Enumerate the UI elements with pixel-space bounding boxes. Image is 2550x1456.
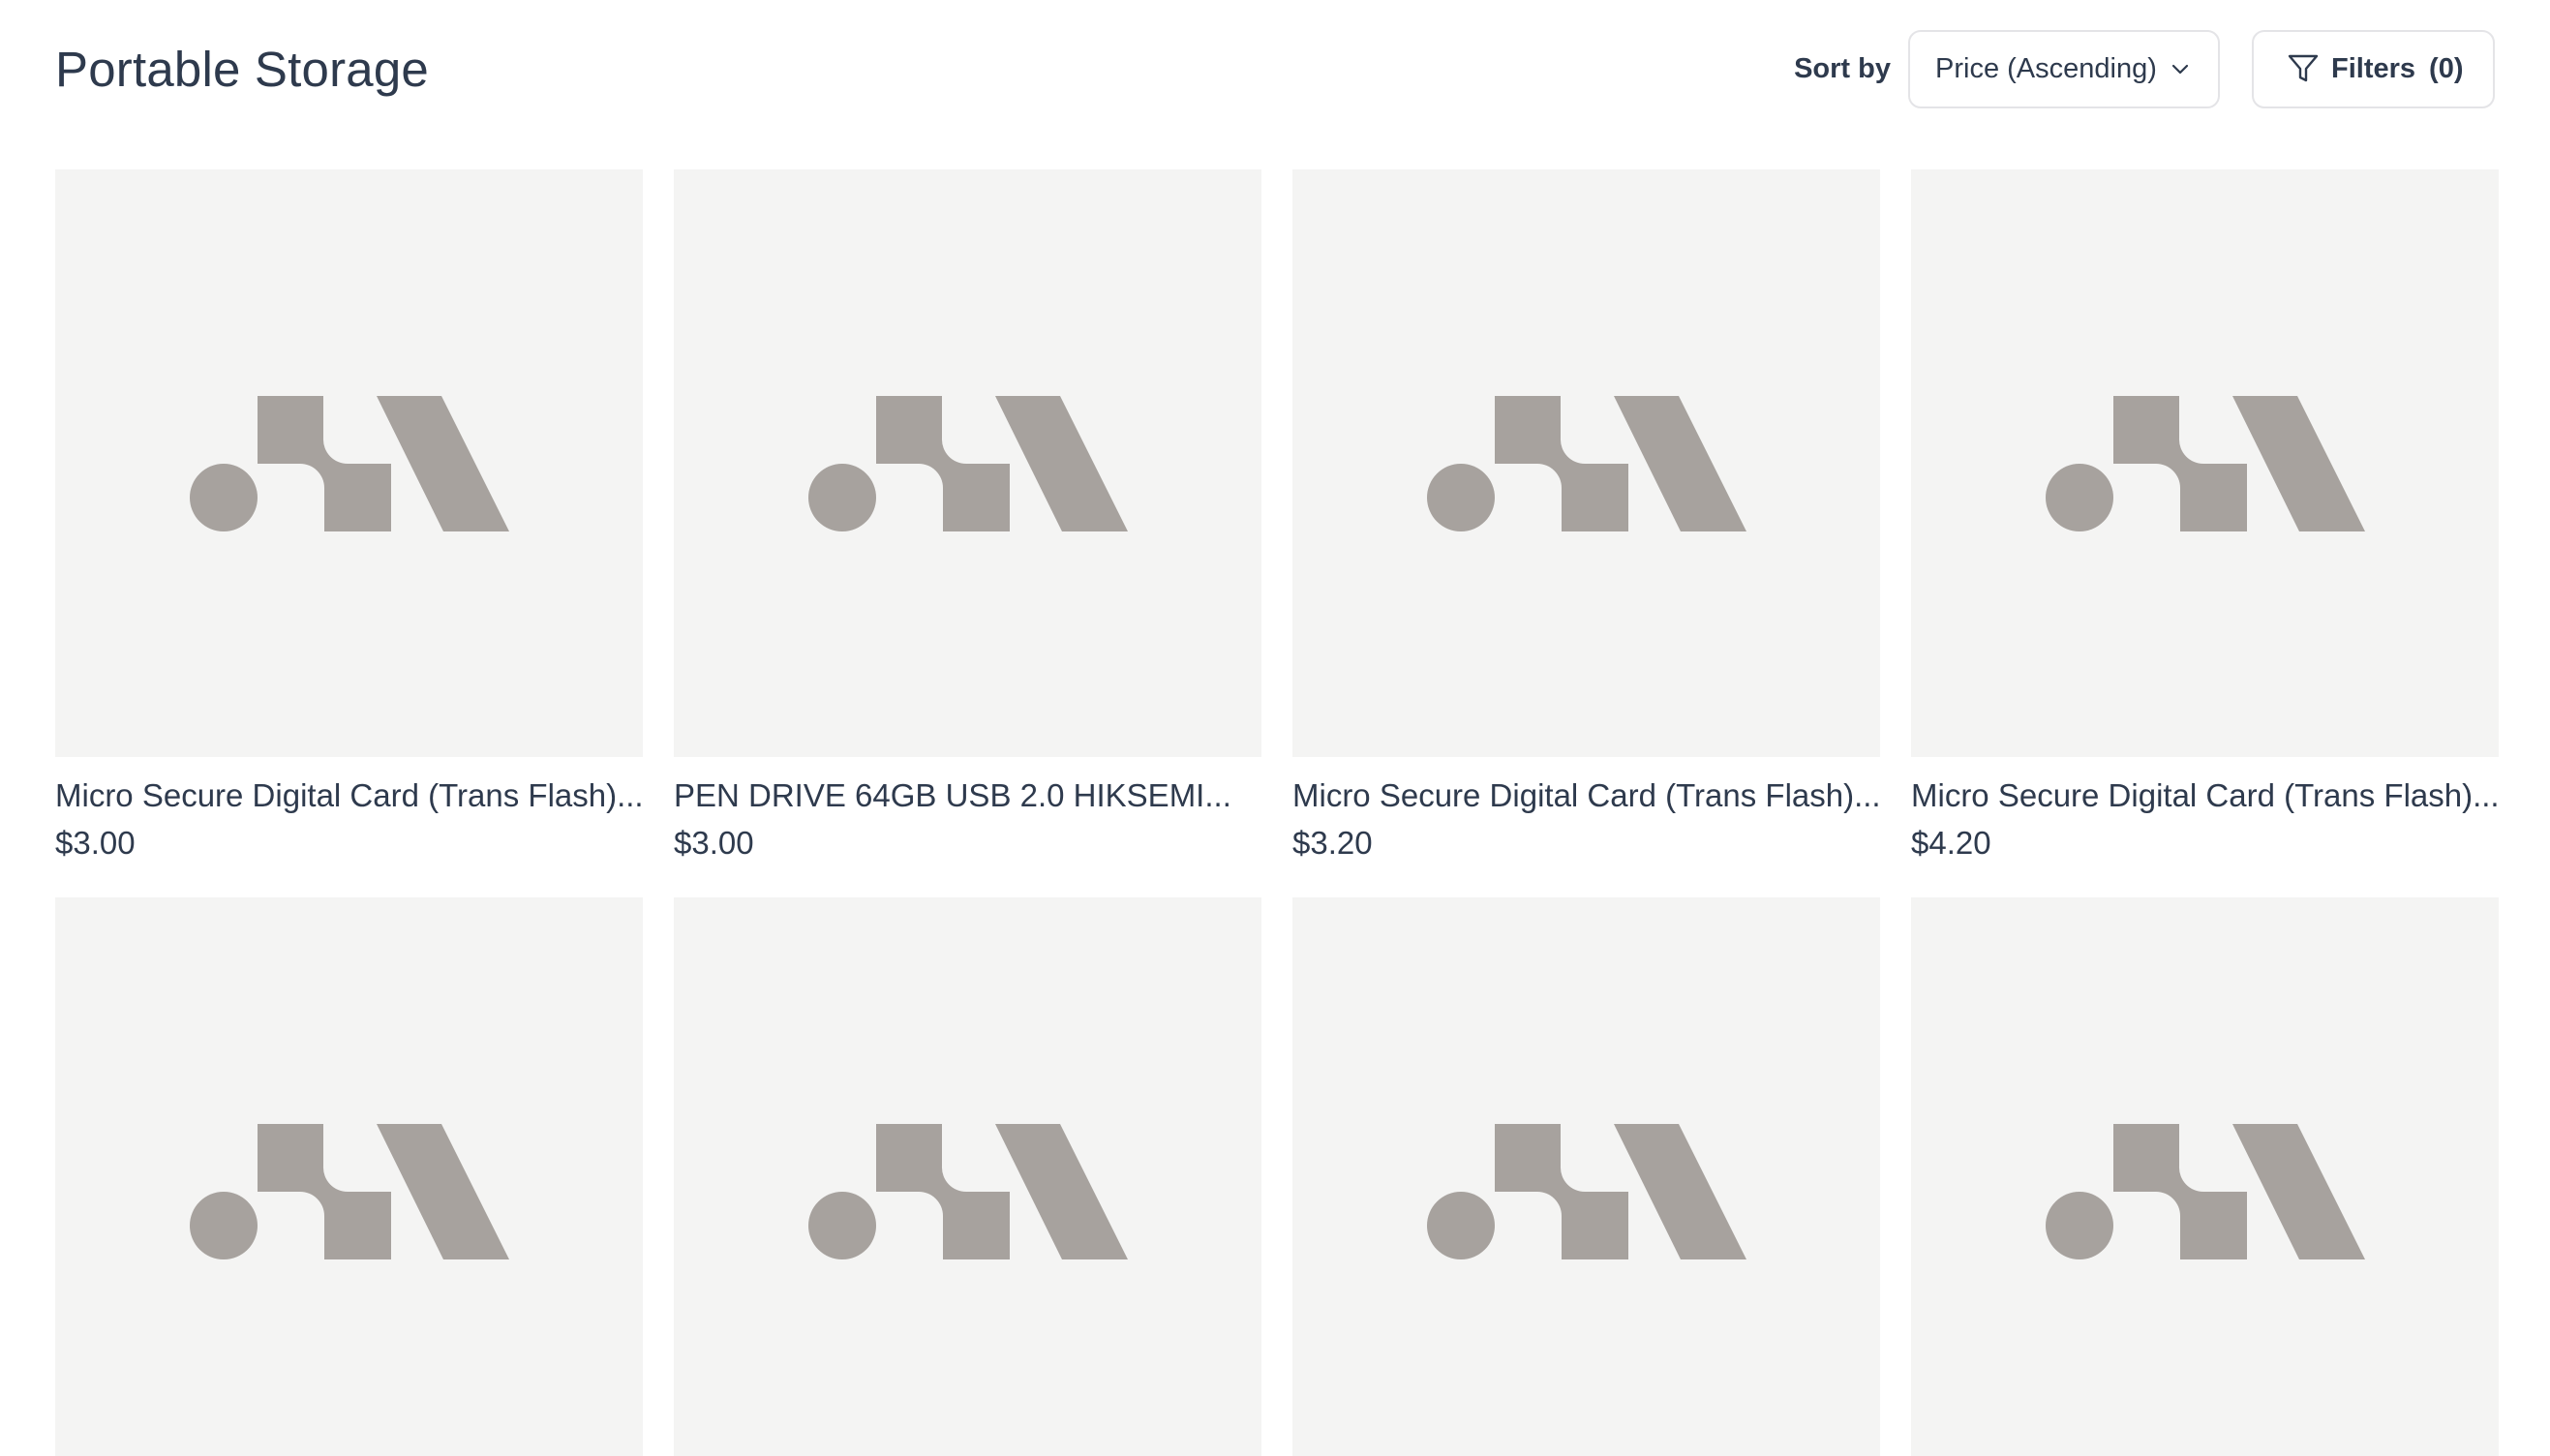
sort-select[interactable]: Price (Ascending)	[1908, 29, 2220, 108]
filters-button[interactable]: Filters (0)	[2252, 29, 2495, 108]
product-card[interactable]: Micro Secure Digital Card (Trans Flash).…	[55, 169, 643, 863]
product-image	[1292, 897, 1880, 1456]
product-card[interactable]	[674, 897, 1261, 1456]
product-name: Micro Secure Digital Card (Trans Flash).…	[1911, 777, 2499, 813]
sort-label: Sort by	[1794, 52, 1891, 84]
product-card[interactable]: Micro Secure Digital Card (Trans Flash).…	[1911, 169, 2499, 863]
product-name: PEN DRIVE 64GB USB 2.0 HIKSEMI...	[674, 777, 1231, 813]
product-name: Micro Secure Digital Card (Trans Flash).…	[1292, 777, 1880, 813]
product-grid: Micro Secure Digital Card (Trans Flash).…	[55, 169, 2499, 1456]
product-image	[1292, 169, 1880, 757]
product-price: $3.00	[55, 825, 136, 861]
product-price: $3.20	[1292, 825, 1373, 861]
product-image	[1911, 897, 2499, 1456]
sort-selected-value: Price (Ascending)	[1935, 52, 2157, 84]
product-image	[1911, 169, 2499, 757]
product-image	[55, 169, 643, 757]
placeholder-logo-icon	[2045, 395, 2365, 531]
filters-count: (0)	[2429, 52, 2464, 84]
product-name: Micro Secure Digital Card (Trans Flash).…	[55, 777, 643, 813]
product-card[interactable]: Micro Secure Digital Card (Trans Flash).…	[1292, 169, 1880, 863]
placeholder-logo-icon	[1426, 1123, 1746, 1259]
product-price: $3.00	[674, 825, 754, 861]
filters-label: Filters	[2331, 52, 2416, 84]
placeholder-logo-icon	[807, 395, 1128, 531]
listing-header: Portable Storage Sort by Price (Ascendin…	[55, 0, 2495, 137]
product-image	[674, 169, 1261, 757]
product-image	[55, 897, 643, 1456]
product-card[interactable]: PEN DRIVE 64GB USB 2.0 HIKSEMI... $3.00	[674, 169, 1261, 863]
listing-controls: Sort by Price (Ascending) Filters (0)	[1794, 29, 2495, 108]
filter-icon	[2287, 52, 2320, 85]
placeholder-logo-icon	[189, 1123, 509, 1259]
product-card[interactable]	[55, 897, 643, 1456]
page-title: Portable Storage	[55, 41, 429, 97]
placeholder-logo-icon	[1426, 395, 1746, 531]
placeholder-logo-icon	[2045, 1123, 2365, 1259]
product-price: $4.20	[1911, 825, 1991, 861]
product-card[interactable]	[1292, 897, 1880, 1456]
placeholder-logo-icon	[807, 1123, 1128, 1259]
product-image	[674, 897, 1261, 1456]
chevron-down-icon	[2170, 58, 2191, 79]
placeholder-logo-icon	[189, 395, 509, 531]
product-card[interactable]	[1911, 897, 2499, 1456]
product-listing-page: Portable Storage Sort by Price (Ascendin…	[0, 0, 2550, 1456]
